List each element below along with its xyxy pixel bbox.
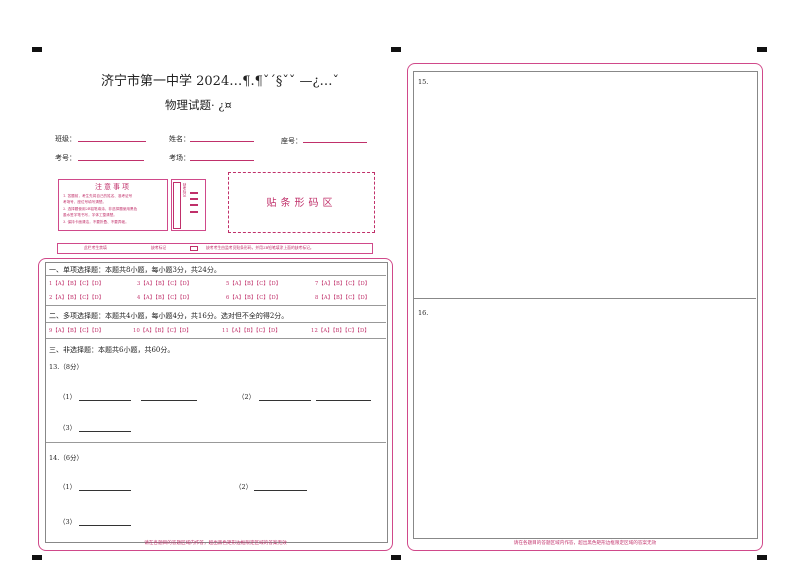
absent-stripe (173, 182, 181, 229)
answer-panel-right: 15. 16. 请在各题目的答题区域内作答，超出黑色矩形边框限定区域的答案无效 (407, 63, 763, 551)
q13-part1-blank-b[interactable] (141, 400, 197, 401)
choice-q7[interactable]: 7【A】【B】【C】【D】 (315, 280, 370, 287)
choice-q1[interactable]: 1【A】【B】【C】【D】 (49, 280, 104, 287)
registration-mark (757, 47, 767, 52)
q14-label: 14.（6分） (49, 454, 83, 462)
q14-part1-blank[interactable] (79, 490, 131, 491)
room-label: 考场： (169, 154, 190, 162)
choice-q9[interactable]: 9【A】【B】【C】【D】 (49, 327, 104, 334)
absent-label: 缺考标记 (183, 183, 187, 197)
exam-no-label: 考号： (55, 154, 76, 162)
q14-part2-label: （2） (235, 483, 253, 491)
barcode-area[interactable]: 贴条形码区 (228, 172, 375, 233)
page-title: 济宁市第一中学 2024…¶.¶ˇ´§ˇˇ —¿…ˇ (101, 74, 339, 89)
name-label: 姓名： (169, 135, 190, 143)
section1-title: 一、单项选择题：本题共8小题，每小题3分，共24分。 (49, 266, 221, 274)
strip-right-text: 缺考考生由监考员贴条形码，并用2B铅笔填涂上面的缺考标记。 (206, 245, 314, 250)
subject-title: 物理试题· ¿¤ (165, 98, 232, 112)
divider (46, 275, 386, 276)
q13-part2-blank-b[interactable] (316, 400, 371, 401)
proctor-strip: 此栏考生禁填 缺考标记 缺考考生由监考员贴条形码，并用2B铅笔填涂上面的缺考标记… (57, 243, 373, 254)
panel-footer-note: 请在各题目的答题区域内作答，超出黑色矩形边框限定区域的答案无效 (513, 541, 657, 546)
registration-mark (32, 47, 42, 52)
choice-q4[interactable]: 4【A】【B】【C】【D】 (137, 294, 192, 301)
q13-part2-label: （2） (238, 393, 256, 401)
notice-line: 考场号、座位号填写清楚。 (63, 200, 107, 204)
q16-answer-area[interactable] (414, 300, 756, 536)
q14-part2-blank[interactable] (254, 490, 307, 491)
choice-q5[interactable]: 5【A】【B】【C】【D】 (226, 280, 281, 287)
q13-part3-label: （3） (59, 424, 77, 432)
notice-line: 墨水签字笔书写，字体工整清楚。 (63, 213, 117, 217)
choice-q2[interactable]: 2【A】【B】【C】【D】 (49, 294, 104, 301)
registration-mark (391, 47, 401, 52)
choice-q8[interactable]: 8【A】【B】【C】【D】 (315, 294, 370, 301)
mark-sample (190, 192, 198, 194)
q13-part1-blank-a[interactable] (79, 400, 131, 401)
mark-sample (190, 211, 198, 213)
notice-line: 3. 保持卡面清洁，不要折叠、不要弄破。 (63, 220, 129, 224)
q13-part3-blank[interactable] (79, 431, 131, 432)
q13-part2-blank-a[interactable] (259, 400, 311, 401)
mark-sample (190, 198, 198, 200)
exam-no-field[interactable] (78, 160, 144, 161)
barcode-label: 贴条形码区 (266, 198, 337, 209)
q14-part3-label: （3） (59, 518, 77, 526)
section2-title: 二、多项选择题：本题共4小题，每小题4分，共16分。选对但不全的得2分。 (49, 312, 289, 320)
divider (46, 305, 386, 306)
answer-panel-left: 一、单项选择题：本题共8小题，每小题3分，共24分。 1【A】【B】【C】【D】… (38, 258, 393, 551)
q13-label: 13.（8分） (49, 363, 83, 371)
absent-mark-box: 缺考标记 (171, 179, 206, 231)
strip-left-text: 此栏考生禁填 (84, 245, 107, 250)
registration-mark (391, 555, 401, 560)
registration-mark (757, 555, 767, 560)
registration-mark (32, 555, 42, 560)
choice-q12[interactable]: 12【A】【B】【C】【D】 (311, 327, 370, 334)
notice-title: 注意事项 (95, 183, 131, 191)
notice-box: 注意事项 1. 答题前，考生先将自己的姓名、准考证号 考场号、座位号填写清楚。 … (58, 179, 168, 231)
name-field[interactable] (190, 141, 254, 142)
choice-q6[interactable]: 6【A】【B】【C】【D】 (226, 294, 281, 301)
divider (46, 442, 386, 443)
q14-part3-blank[interactable] (79, 525, 131, 526)
class-field[interactable] (78, 141, 146, 142)
seat-label: 座号： (281, 137, 302, 145)
q14-part1-label: （1） (59, 483, 77, 491)
choice-q11[interactable]: 11【A】【B】【C】【D】 (222, 327, 281, 334)
mark-sample (190, 204, 198, 206)
notice-line: 2. 选择题使用2B铅笔填涂，非选择题使用黑色 (63, 207, 138, 211)
choice-q3[interactable]: 3【A】【B】【C】【D】 (137, 280, 192, 287)
q13-part1-label: （1） (59, 393, 77, 401)
strip-mid-text: 缺考标记 (151, 245, 167, 250)
choice-q10[interactable]: 10【A】【B】【C】【D】 (133, 327, 192, 334)
absent-checkbox[interactable] (190, 246, 198, 251)
divider (46, 322, 386, 323)
section3-title: 三、非选择题：本题共6小题，共60分。 (49, 346, 175, 354)
divider (46, 338, 386, 339)
seat-field[interactable] (303, 142, 367, 143)
notice-line: 1. 答题前，考生先将自己的姓名、准考证号 (63, 194, 133, 198)
room-field[interactable] (190, 160, 254, 161)
panel-footer-note: 请在各题目的答题区域内作答，超出黑色矩形边框限定区域的答案无效 (144, 541, 287, 546)
class-label: 班级： (55, 135, 76, 143)
q15-answer-area[interactable] (413, 71, 756, 299)
